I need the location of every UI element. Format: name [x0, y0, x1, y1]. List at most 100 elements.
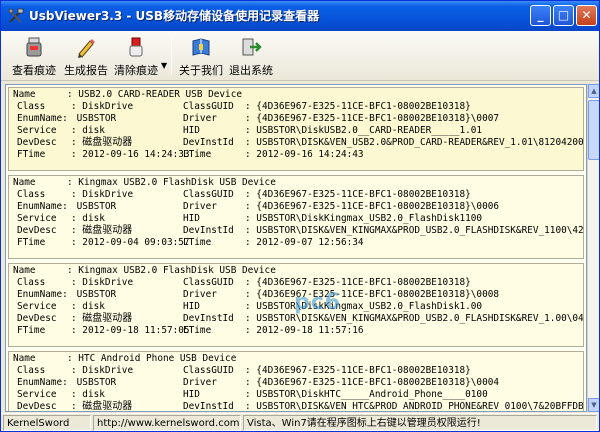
title-bar[interactable]: UsbViewer3.3 - USB移动存储设备使用记录查看器 _ □ ✕ [1, 1, 599, 31]
toolbar-separator [171, 37, 172, 75]
vertical-scrollbar[interactable]: ▲ ▼ [587, 84, 599, 412]
record-devinstid: USBSTOR\DISK&VEN_KINGMAX&PROD_USB2.0_FLA… [256, 225, 584, 236]
record-hid: USBSTOR\DiskKingmax_USB2.0_FlashDisk1100 [256, 213, 483, 224]
device-record[interactable]: Name: Kingmax USB2.0 FlashDisk USB Devic… [8, 175, 584, 259]
record-driver: {4D36E967-E325-11CE-BFC1-08002BE10318}\0… [256, 289, 499, 300]
field-label-enumname: EnumName: [17, 113, 68, 124]
toolbar: 查看痕迹 生成报告 清除痕迹 ▼ 关于我们 退出系统 [1, 31, 599, 81]
device-record-list[interactable]: Name: USB2.0 CARD-READER USB Device Clas… [5, 84, 587, 412]
field-label-devinstid: DevInstId [183, 225, 234, 236]
generate-report-button[interactable]: 生成报告 [61, 34, 111, 78]
field-label-enumname: EnumName: [17, 201, 68, 212]
status-author: KernelSword [3, 415, 91, 431]
field-label-devdesc: DevDesc [17, 137, 57, 148]
field-label-devdesc: DevDesc [17, 401, 57, 412]
record-enumname: USBSTOR [76, 289, 117, 300]
maximize-button[interactable]: □ [553, 5, 574, 26]
view-traces-button[interactable]: 查看痕迹 [9, 34, 59, 78]
maximize-icon: □ [557, 8, 570, 22]
field-label-driver: Driver [183, 289, 217, 300]
record-sep: : [67, 177, 79, 188]
record-driver: {4D36E967-E325-11CE-BFC1-08002BE10318}\0… [256, 377, 499, 388]
record-service: disk [82, 301, 105, 312]
record-classguid: {4D36E967-E325-11CE-BFC1-08002BE10318} [256, 101, 471, 112]
record-sep: : [67, 89, 79, 100]
status-website-link[interactable]: http://www.kernelsword.com [93, 415, 241, 431]
record-devdesc: 磁盘驱动器 [82, 137, 133, 148]
usb-tools-icon [8, 8, 24, 23]
record-classguid: {4D36E967-E325-11CE-BFC1-08002BE10318} [256, 277, 471, 288]
record-service: disk [82, 125, 105, 136]
record-devdesc: 磁盘驱动器 [82, 401, 133, 412]
field-label-devdesc: DevDesc [17, 313, 57, 324]
clear-traces-label: 清除痕迹 [114, 64, 158, 77]
field-label-ltime: LTime [183, 149, 212, 160]
field-label-classguid: ClassGUID [183, 189, 234, 200]
field-label-ltime: LTime [183, 325, 212, 336]
field-label-name: Name [13, 89, 36, 100]
minimize-icon: _ [537, 8, 544, 22]
field-label-ftime: FTime [17, 325, 46, 336]
app-window: UsbViewer3.3 - USB移动存储设备使用记录查看器 _ □ ✕ 查看… [0, 0, 600, 432]
record-class: DiskDrive [82, 189, 134, 200]
field-label-ltime: LTime [183, 237, 212, 248]
field-label-classguid: ClassGUID [183, 277, 234, 288]
window-title: UsbViewer3.3 - USB移动存储设备使用记录查看器 [29, 9, 320, 23]
field-label-name: Name [13, 353, 36, 364]
field-label-class: Class [17, 365, 46, 376]
exit-icon [242, 38, 262, 56]
device-record[interactable]: Name: HTC Android Phone USB Device Class… [8, 351, 584, 412]
generate-report-label: 生成报告 [64, 64, 108, 77]
field-label-classguid: ClassGUID [183, 365, 234, 376]
field-label-hid: HID [183, 125, 200, 136]
view-traces-label: 查看痕迹 [12, 64, 56, 77]
record-classguid: {4D36E967-E325-11CE-BFC1-08002BE10318} [256, 365, 471, 376]
field-label-service: Service [17, 213, 57, 224]
field-label-service: Service [17, 301, 57, 312]
record-enumname: USBSTOR [76, 201, 117, 212]
record-ltime: 2012-09-07 12:56:34 [256, 237, 364, 248]
close-button[interactable]: ✕ [576, 5, 597, 26]
field-label-ftime: FTime [17, 237, 46, 248]
field-label-driver: Driver [183, 377, 217, 388]
record-hid: USBSTOR\DiskUSB2.0__CARD-READER_____1.01 [256, 125, 483, 136]
record-name: HTC Android Phone USB Device [78, 353, 237, 364]
pc6-watermark: pc6 [294, 290, 342, 315]
red-eraser-icon [129, 37, 143, 57]
clear-traces-button[interactable]: 清除痕迹 [111, 34, 161, 78]
device-record[interactable]: Name: USB2.0 CARD-READER USB Device Clas… [8, 87, 584, 171]
field-label-devinstid: DevInstId [183, 137, 234, 148]
record-devdesc: 磁盘驱动器 [82, 313, 133, 324]
field-label-ftime: FTime [17, 149, 46, 160]
minimize-button[interactable]: _ [530, 5, 551, 26]
field-label-name: Name [13, 177, 36, 188]
field-label-class: Class [17, 189, 46, 200]
record-name: Kingmax USB2.0 FlashDisk USB Device [78, 177, 276, 188]
record-class: DiskDrive [82, 101, 134, 112]
record-devinstid: USBSTOR\DISK&VEN_USB2.0&PROD_CARD-READER… [256, 137, 584, 148]
status-admin-hint: Vista、Win7请在程序图标上右键以管理员权限运行! [243, 415, 597, 431]
exit-system-button[interactable]: 退出系统 [227, 34, 275, 78]
record-class: DiskDrive [82, 277, 134, 288]
record-ftime: 2012-09-16 14:24:33 [82, 149, 190, 160]
record-driver: {4D36E967-E325-11CE-BFC1-08002BE10318}\0… [256, 113, 499, 124]
record-sep: : [67, 353, 79, 364]
about-us-label: 关于我们 [179, 64, 223, 77]
field-label-service: Service [17, 389, 57, 400]
field-label-hid: HID [183, 301, 200, 312]
field-label-name: Name [13, 265, 36, 276]
field-label-hid: HID [183, 213, 200, 224]
record-devinstid: USBSTOR\DISK&VEN_HTC&PROD_ANDROID_PHONE&… [256, 401, 584, 412]
scroll-down-arrow-icon[interactable]: ▼ [588, 398, 599, 412]
field-label-driver: Driver [183, 113, 217, 124]
pencil-report-icon [78, 39, 95, 58]
scroll-up-arrow-icon[interactable]: ▲ [588, 84, 599, 98]
scroll-thumb[interactable] [588, 100, 599, 160]
close-icon: ✕ [581, 8, 592, 22]
record-enumname: USBSTOR [76, 377, 117, 388]
clear-dropdown-arrow-icon[interactable]: ▼ [161, 61, 167, 70]
record-classguid: {4D36E967-E325-11CE-BFC1-08002BE10318} [256, 189, 471, 200]
about-us-button[interactable]: 关于我们 [177, 34, 225, 78]
field-label-devdesc: DevDesc [17, 225, 57, 236]
record-enumname: USBSTOR [76, 113, 117, 124]
